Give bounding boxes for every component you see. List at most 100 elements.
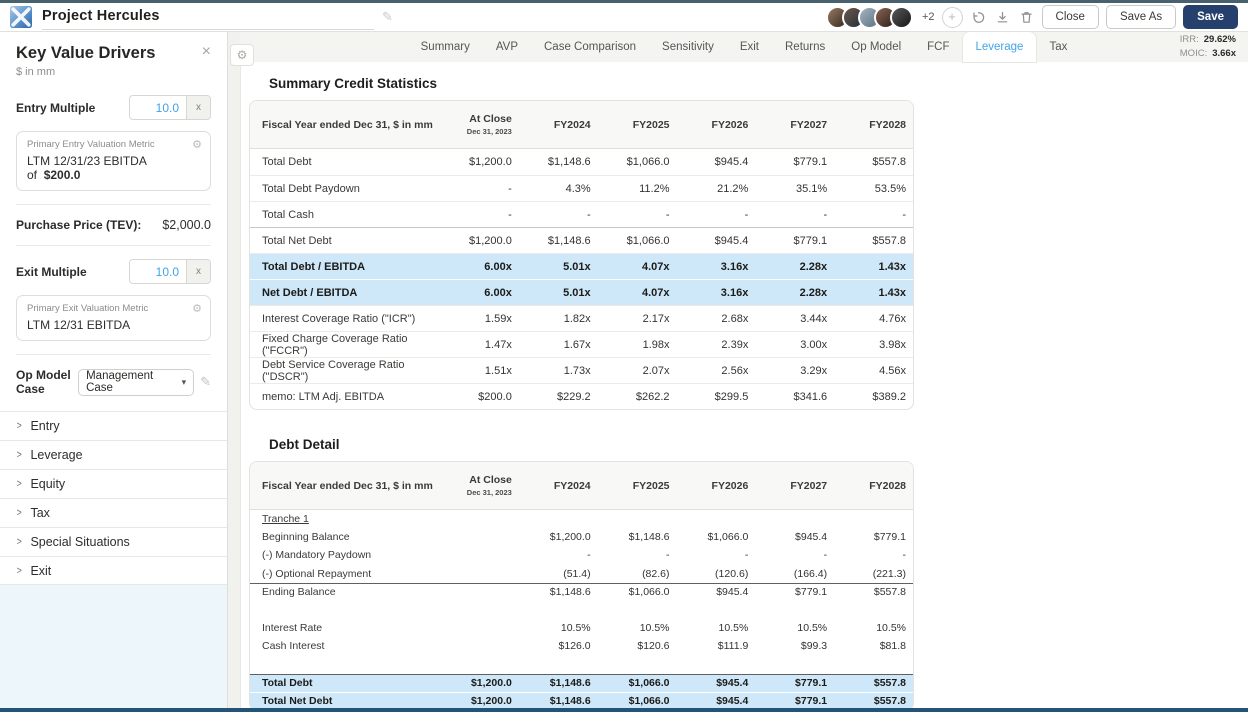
sidebar-section-equity[interactable]: >Equity bbox=[0, 469, 227, 498]
table-header-label: Fiscal Year ended Dec 31, $ in mm bbox=[250, 101, 440, 148]
row-cell: 10.5% bbox=[755, 619, 834, 637]
purchase-price-label: Purchase Price (TEV): bbox=[16, 218, 141, 232]
row-cell: 5.01x bbox=[519, 280, 598, 305]
sidebar-section-leverage[interactable]: >Leverage bbox=[0, 440, 227, 469]
sidebar-section-special-situations[interactable]: >Special Situations bbox=[0, 527, 227, 556]
row-cell: $229.2 bbox=[519, 384, 598, 409]
op-model-case-select[interactable]: Management Case ▾ bbox=[78, 369, 194, 396]
row-cell: $1,066.0 bbox=[598, 584, 677, 601]
row-cell: - bbox=[440, 176, 519, 201]
row-label: Cash Interest bbox=[250, 637, 440, 655]
row-cell: 3.16x bbox=[677, 254, 756, 279]
row-cell: - bbox=[440, 202, 519, 227]
edit-case-icon[interactable]: ✎ bbox=[200, 374, 211, 390]
row-cell bbox=[677, 510, 756, 528]
gear-icon[interactable]: ⚙ bbox=[192, 302, 202, 315]
row-label: Interest Rate bbox=[250, 619, 440, 637]
row-cell: 3.16x bbox=[677, 280, 756, 305]
row-cell: $779.1 bbox=[755, 675, 834, 692]
row-cell: 10.5% bbox=[519, 619, 598, 637]
row-cell: 2.28x bbox=[755, 254, 834, 279]
row-cell bbox=[440, 528, 519, 546]
row-cell: $1,148.6 bbox=[519, 675, 598, 692]
chevron-right-icon: > bbox=[17, 449, 22, 461]
row-cell: 10.5% bbox=[677, 619, 756, 637]
save-as-button[interactable]: Save As bbox=[1106, 5, 1176, 29]
row-cell: $1,066.0 bbox=[598, 693, 677, 708]
save-button[interactable]: Save bbox=[1183, 5, 1238, 29]
row-cell: $557.8 bbox=[834, 149, 913, 175]
tab-strip: SummaryAVPCase ComparisonSensitivityExit… bbox=[240, 32, 1248, 62]
irr-label: IRR: bbox=[1180, 33, 1199, 47]
row-cell: $1,066.0 bbox=[598, 675, 677, 692]
avatar[interactable] bbox=[890, 6, 913, 29]
tab-op-model[interactable]: Op Model bbox=[838, 32, 914, 62]
row-cell: 3.00x bbox=[755, 332, 834, 357]
table-row: Total Debt$1,200.0$1,148.6$1,066.0$945.4… bbox=[250, 674, 913, 692]
row-cell bbox=[440, 510, 519, 528]
row-label bbox=[250, 601, 440, 619]
row-cell bbox=[440, 656, 519, 674]
sidebar-section-entry[interactable]: > Entry bbox=[0, 411, 227, 440]
collaborator-avatars[interactable] bbox=[826, 6, 913, 29]
chevron-right-icon: > bbox=[17, 420, 22, 432]
section-label: Entry bbox=[30, 419, 59, 433]
project-title: Project Hercules bbox=[42, 8, 160, 24]
row-cell: $1,200.0 bbox=[519, 528, 598, 546]
tab-sensitivity[interactable]: Sensitivity bbox=[649, 32, 727, 62]
year-header: FY2027 bbox=[755, 101, 834, 148]
history-icon[interactable] bbox=[970, 9, 987, 26]
tab-summary[interactable]: Summary bbox=[408, 32, 483, 62]
row-cell: 11.2% bbox=[598, 176, 677, 201]
credit-statistics-title: Summary Credit Statistics bbox=[269, 76, 1248, 91]
tab-bar: SummaryAVPCase ComparisonSensitivityExit… bbox=[408, 32, 1081, 62]
row-cell: $1,148.6 bbox=[519, 149, 598, 175]
year-header: FY2024 bbox=[519, 101, 598, 148]
edit-title-icon[interactable]: ✎ bbox=[382, 9, 393, 25]
exit-valuation-metric-card[interactable]: Primary Exit Valuation Metric ⚙ LTM 12/3… bbox=[16, 295, 211, 341]
row-cell: $945.4 bbox=[677, 228, 756, 253]
row-cell: $1,148.6 bbox=[519, 584, 598, 601]
delete-icon[interactable] bbox=[1018, 9, 1035, 26]
tab-case-comparison[interactable]: Case Comparison bbox=[531, 32, 649, 62]
chevron-right-icon: > bbox=[17, 536, 22, 548]
tab-tax[interactable]: Tax bbox=[1036, 32, 1080, 62]
sidebar-section-tax[interactable]: >Tax bbox=[0, 498, 227, 527]
app-window: Project Hercules ✎ +2 + Close Save As Sa… bbox=[0, 0, 1248, 712]
tab-avp[interactable]: AVP bbox=[483, 32, 531, 62]
tab-returns[interactable]: Returns bbox=[772, 32, 838, 62]
table-row: Beginning Balance$1,200.0$1,148.6$1,066.… bbox=[250, 528, 913, 546]
exit-multiple-input[interactable]: 10.0 x bbox=[129, 259, 211, 284]
row-cell: 1.73x bbox=[519, 358, 598, 383]
row-cell: $945.4 bbox=[677, 584, 756, 601]
close-panel-icon[interactable]: × bbox=[202, 44, 211, 60]
extra-collaborators-count[interactable]: +2 bbox=[922, 11, 935, 23]
tab-exit[interactable]: Exit bbox=[727, 32, 772, 62]
settings-tab[interactable]: ⚙ bbox=[230, 44, 254, 66]
tab-fcf[interactable]: FCF bbox=[914, 32, 962, 62]
row-cell: $99.3 bbox=[755, 637, 834, 655]
sidebar-section-exit[interactable]: >Exit bbox=[0, 556, 227, 585]
row-cell: 3.44x bbox=[755, 306, 834, 331]
moic-label: MOIC: bbox=[1180, 47, 1207, 61]
row-cell: - bbox=[834, 546, 913, 564]
entry-multiple-label: Entry Multiple bbox=[16, 101, 95, 115]
project-title-field[interactable]: Project Hercules bbox=[42, 4, 374, 30]
entry-multiple-input[interactable]: 10.0 x bbox=[129, 95, 211, 120]
row-cell: 4.56x bbox=[834, 358, 913, 383]
tab-leverage[interactable]: Leverage bbox=[963, 32, 1037, 62]
row-cell: $1,066.0 bbox=[598, 149, 677, 175]
entry-valuation-metric-card[interactable]: Primary Entry Valuation Metric ⚙ LTM 12/… bbox=[16, 131, 211, 191]
row-cell: $1,200.0 bbox=[440, 149, 519, 175]
row-cell: $111.9 bbox=[677, 637, 756, 655]
row-cell: (166.4) bbox=[755, 565, 834, 583]
close-button[interactable]: Close bbox=[1042, 5, 1099, 29]
download-icon[interactable] bbox=[994, 9, 1011, 26]
add-collaborator-button[interactable]: + bbox=[942, 7, 963, 28]
row-cell: $81.8 bbox=[834, 637, 913, 655]
chevron-right-icon: > bbox=[17, 478, 22, 490]
row-cell: $299.5 bbox=[677, 384, 756, 409]
year-header: FY2028 bbox=[834, 101, 913, 148]
table-row bbox=[250, 601, 913, 619]
gear-icon[interactable]: ⚙ bbox=[192, 138, 202, 151]
